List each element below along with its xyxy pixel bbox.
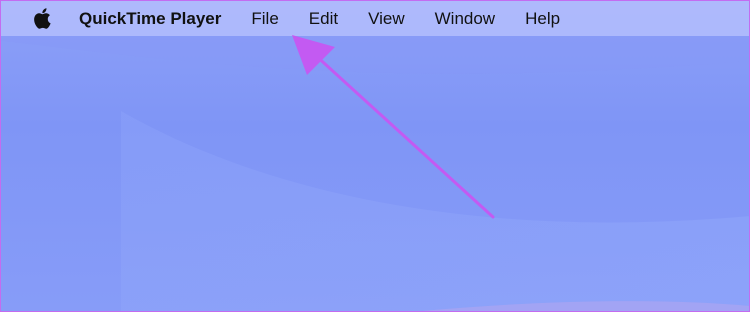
menu-edit[interactable]: Edit [309,9,338,29]
screenshot-frame: QuickTime Player File Edit View Window H… [0,0,750,312]
menu-window[interactable]: Window [435,9,495,29]
apple-logo-icon[interactable] [31,7,53,31]
desktop-wallpaper [1,1,749,311]
wallpaper-waves [1,1,749,311]
menu-view[interactable]: View [368,9,405,29]
menu-bar: QuickTime Player File Edit View Window H… [1,1,749,36]
app-menu-quicktime-player[interactable]: QuickTime Player [79,9,221,29]
menu-help[interactable]: Help [525,9,560,29]
menu-file[interactable]: File [251,9,278,29]
